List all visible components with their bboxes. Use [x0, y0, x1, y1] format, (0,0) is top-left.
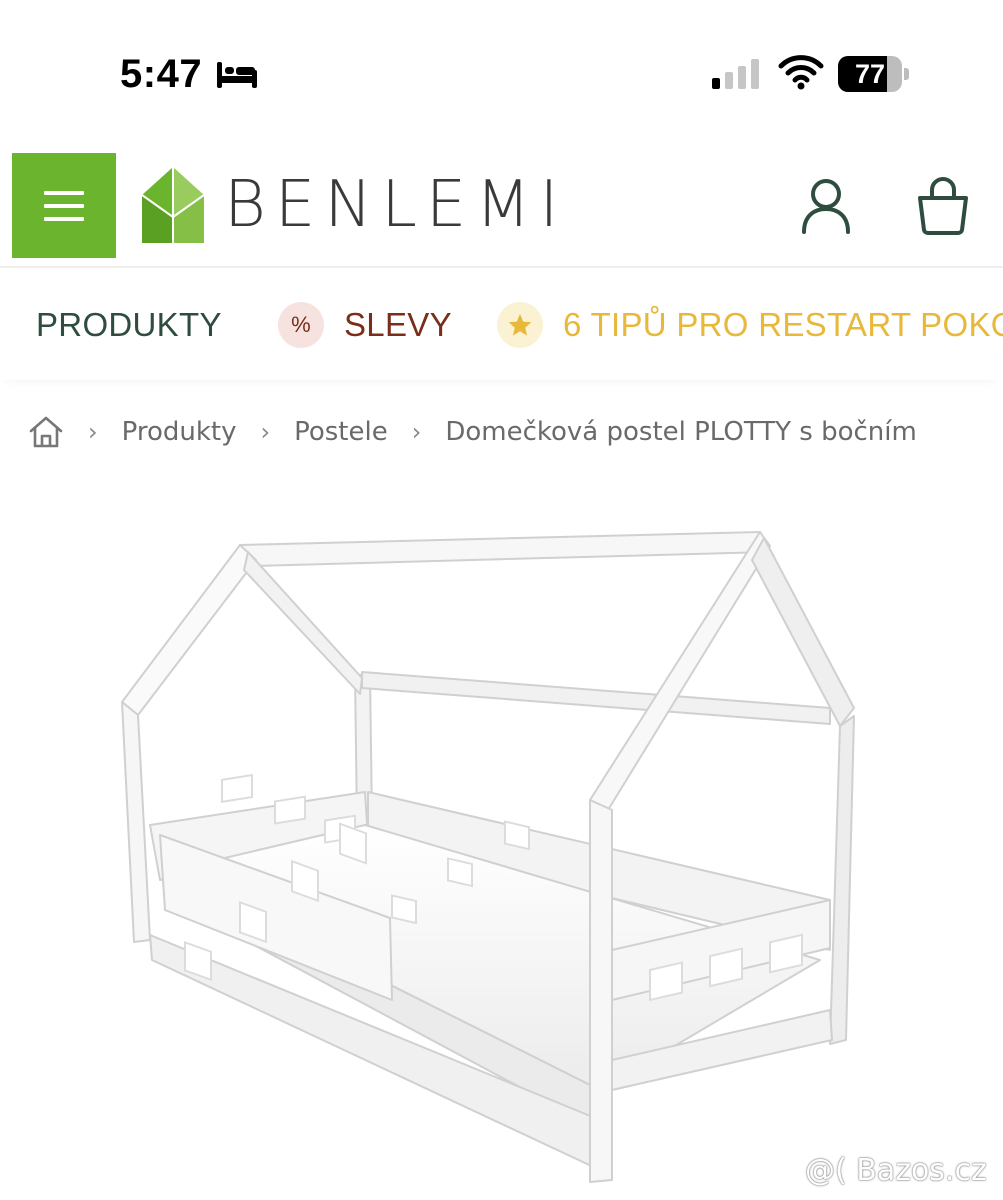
shopping-bag-icon[interactable] — [916, 176, 970, 236]
category-nav: PRODUKTY % SLEVY 6 TIPŮ PRO RESTART POKO… — [0, 270, 1003, 380]
house-logo-icon — [141, 167, 205, 243]
battery-level-text: 77 — [854, 59, 886, 89]
logo-text: BENLEMI — [224, 168, 568, 242]
breadcrumb-current: Domečková postel PLOTTY s bočním — [445, 417, 917, 447]
wifi-icon — [778, 55, 824, 90]
cellular-signal-icon — [712, 59, 759, 89]
nav-label-slevy: SLEVY — [344, 306, 452, 343]
chevron-right-icon: › — [88, 418, 98, 446]
home-icon[interactable] — [28, 415, 64, 449]
percent-badge-icon: % — [278, 302, 324, 348]
status-time: 5:47 — [120, 52, 203, 96]
hamburger-menu-icon — [44, 190, 84, 221]
battery-indicator: 77 — [838, 56, 910, 92]
nav-item-produkty[interactable]: PRODUKTY — [36, 270, 222, 380]
chevron-right-icon: › — [411, 418, 422, 446]
user-icon[interactable] — [800, 178, 852, 234]
breadcrumb-postele[interactable]: Postele — [294, 417, 388, 447]
site-header: BENLEMI — [0, 150, 1003, 268]
chevron-right-icon: › — [260, 418, 271, 446]
star-icon — [497, 302, 543, 348]
menu-button[interactable] — [12, 153, 116, 258]
bazos-watermark: @( Bazos.cz — [805, 1152, 987, 1188]
bed-icon — [217, 62, 257, 88]
breadcrumb: › Produkty › Postele › Domečková postel … — [28, 410, 917, 454]
status-bar: 5:47 77 — [0, 0, 1003, 130]
nav-label-produkty: PRODUKTY — [36, 306, 222, 343]
site-logo[interactable]: BENLEMI — [140, 160, 567, 250]
breadcrumb-produkty[interactable]: Produkty — [122, 417, 237, 447]
nav-item-tipy[interactable]: 6 TIPŮ PRO RESTART POKOJE — [497, 270, 1003, 380]
nav-label-tipy: 6 TIPŮ PRO RESTART POKOJE — [563, 306, 1003, 343]
nav-item-slevy[interactable]: % SLEVY — [278, 270, 452, 380]
house-bed-product-image[interactable] — [0, 480, 1003, 1200]
